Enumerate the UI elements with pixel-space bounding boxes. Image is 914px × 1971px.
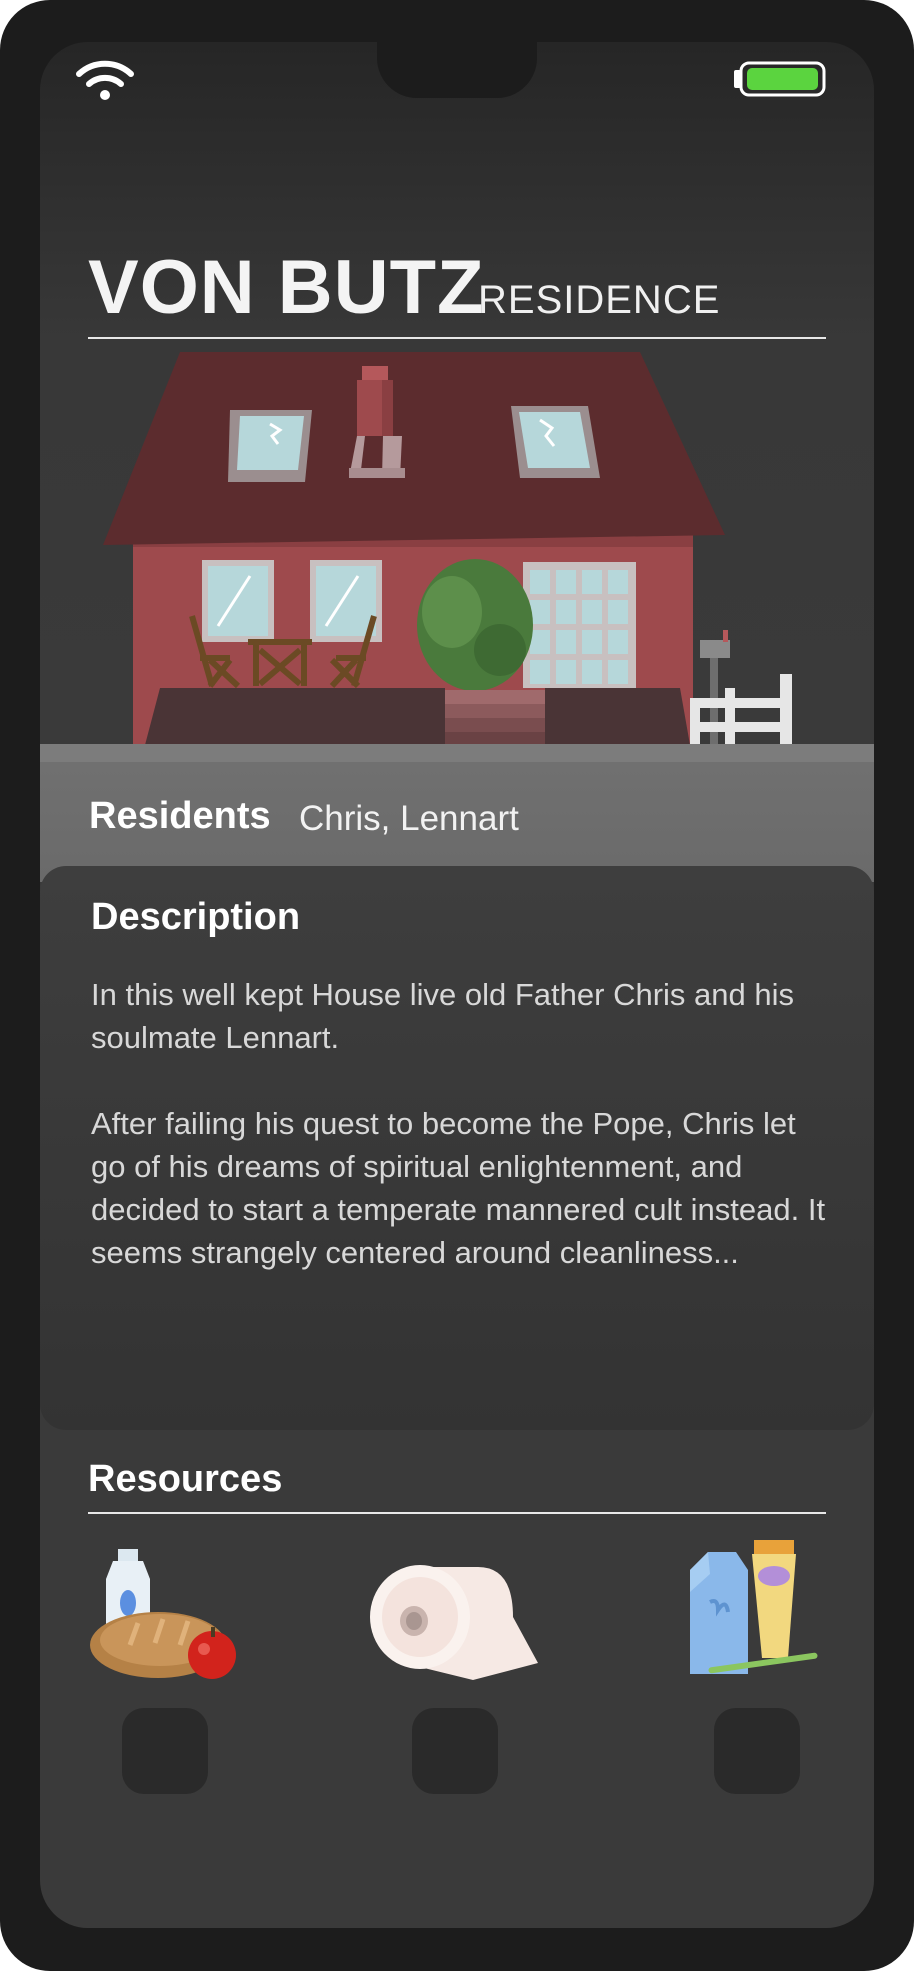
residence-name: VON BUTZ bbox=[88, 245, 485, 330]
hygiene-products-icon bbox=[690, 1540, 818, 1674]
title-divider bbox=[88, 337, 826, 339]
residence-type: RESIDENCE bbox=[478, 278, 721, 322]
food-icon bbox=[90, 1549, 236, 1679]
wifi-icon bbox=[76, 60, 134, 100]
residents-names: Chris, Lennart bbox=[299, 799, 519, 838]
house-illustration bbox=[103, 352, 792, 745]
resource-slot-toilet-paper[interactable] bbox=[412, 1708, 498, 1794]
residence-title: VON BUTZ RESIDENCE bbox=[88, 248, 826, 338]
description-title: Description bbox=[91, 896, 301, 938]
toilet-paper-icon bbox=[370, 1565, 538, 1680]
ground-strip bbox=[40, 744, 874, 764]
description-paragraph: In this well kept House live old Father … bbox=[91, 977, 794, 1055]
description-text: In this well kept House live old Father … bbox=[91, 973, 831, 1274]
resource-slot-food[interactable] bbox=[122, 1708, 208, 1794]
battery-full-icon bbox=[734, 61, 826, 97]
device-notch bbox=[377, 42, 537, 98]
resources-divider bbox=[88, 1512, 826, 1514]
description-paragraph: After failing his quest to become the Po… bbox=[91, 1106, 826, 1270]
resources-title: Resources bbox=[88, 1458, 283, 1500]
residents-label: Residents bbox=[89, 795, 271, 837]
resource-slot-hygiene[interactable] bbox=[714, 1708, 800, 1794]
